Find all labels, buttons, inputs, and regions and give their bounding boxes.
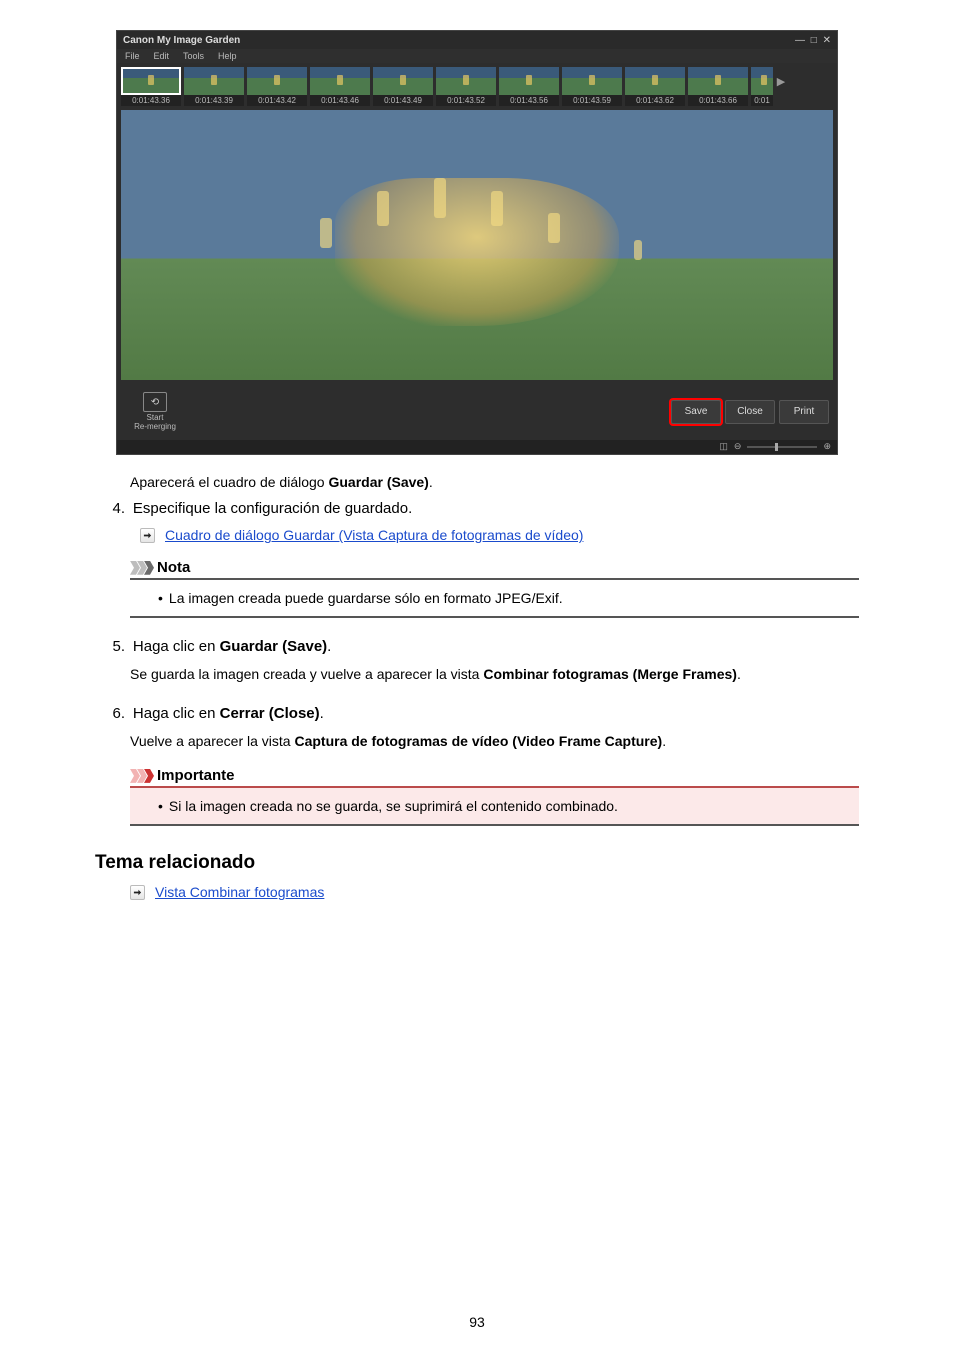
bottom-toolbar: ⟲ Start Re-merging Save Close Print [117, 384, 837, 440]
app-window: Canon My Image Garden — □ ✕ File Edit To… [116, 30, 838, 455]
thumbnail[interactable]: 0:01:43.52 [436, 67, 496, 106]
important-box: Importante Si la imagen creada no se gua… [130, 763, 859, 826]
thumbnail[interactable]: 0:01:43.56 [499, 67, 559, 106]
thumbnail[interactable]: 0:01:43.36 [121, 67, 181, 106]
save-button[interactable]: Save [671, 400, 721, 424]
title-bar: Canon My Image Garden — □ ✕ [117, 31, 837, 49]
minimize-icon[interactable]: — [795, 35, 805, 46]
thumbnail[interactable]: 0:01:43.42 [247, 67, 307, 106]
page-number: 93 [0, 1314, 954, 1330]
step-text: Haga clic en Cerrar (Close). [133, 705, 324, 722]
related-link[interactable]: Vista Combinar fotogramas [155, 884, 324, 900]
important-bullet: Si la imagen creada no se guarda, se sup… [158, 798, 859, 814]
link-arrow-icon [130, 885, 145, 900]
thumbnail[interactable]: 0:01:43.59 [562, 67, 622, 106]
scroll-right-icon[interactable]: ▶ [776, 67, 786, 95]
zoom-in-icon[interactable]: ⊕ [823, 441, 831, 452]
thumbnail[interactable]: 0:01:43.49 [373, 67, 433, 106]
app-title: Canon My Image Garden [123, 35, 792, 46]
menu-file[interactable]: File [125, 51, 140, 61]
thumbnail[interactable]: 0:01:43.46 [310, 67, 370, 106]
dialog-appears-text: Aparecerá el cuadro de diálogo Guardar (… [130, 473, 859, 493]
step-5: 5. Haga clic en Guardar (Save). Se guard… [95, 638, 859, 685]
note-box: Nota La imagen creada puede guardarse só… [130, 555, 859, 618]
close-button[interactable]: Close [725, 400, 775, 424]
important-chevrons-icon [130, 769, 151, 783]
close-icon[interactable]: ✕ [823, 35, 831, 46]
preview-area [121, 110, 833, 380]
thumbnail[interactable]: 0:01:43.66 [688, 67, 748, 106]
thumbnail[interactable]: 0:01:43.62 [625, 67, 685, 106]
note-bullet: La imagen creada puede guardarse sólo en… [158, 590, 859, 606]
menu-tools[interactable]: Tools [183, 51, 204, 61]
print-button[interactable]: Print [779, 400, 829, 424]
thumbnail-partial[interactable]: 0:01 [751, 67, 773, 106]
thumbnail-strip: 0:01:43.36 0:01:43.39 0:01:43.42 0:01:43… [117, 63, 837, 106]
step-number: 4. [95, 500, 125, 517]
fit-icon[interactable]: ◫ [719, 441, 728, 452]
menu-help[interactable]: Help [218, 51, 237, 61]
step-number: 6. [95, 705, 125, 722]
step-4: 4. Especifique la configuración de guard… [95, 500, 859, 618]
menu-edit[interactable]: Edit [154, 51, 170, 61]
zoom-out-icon[interactable]: ⊖ [734, 441, 742, 452]
step-body: Vuelve a aparecer la vista Captura de fo… [130, 732, 859, 752]
menu-bar: File Edit Tools Help [117, 49, 837, 63]
note-title: Nota [157, 559, 190, 576]
step-body: Se guarda la imagen creada y vuelve a ap… [130, 665, 859, 685]
note-chevrons-icon [130, 561, 151, 575]
step-text: Especifique la configuración de guardado… [133, 500, 412, 517]
link-arrow-icon [140, 528, 155, 543]
thumbnail[interactable]: 0:01:43.39 [184, 67, 244, 106]
step-number: 5. [95, 638, 125, 655]
start-remerging-button[interactable]: ⟲ Start Re-merging [125, 392, 185, 432]
remerge-icon: ⟲ [143, 392, 167, 412]
step-text: Haga clic en Guardar (Save). [133, 638, 331, 655]
save-dialog-link[interactable]: Cuadro de diálogo Guardar (Vista Captura… [165, 527, 583, 543]
window-controls: — □ ✕ [792, 35, 831, 46]
related-heading: Tema relacionado [95, 852, 859, 874]
important-title: Importante [157, 767, 235, 784]
step-6: 6. Haga clic en Cerrar (Close). Vuelve a… [95, 705, 859, 827]
status-bar: ◫ ⊖ ⊕ [117, 440, 837, 454]
maximize-icon[interactable]: □ [811, 35, 817, 46]
zoom-slider[interactable] [747, 446, 817, 448]
